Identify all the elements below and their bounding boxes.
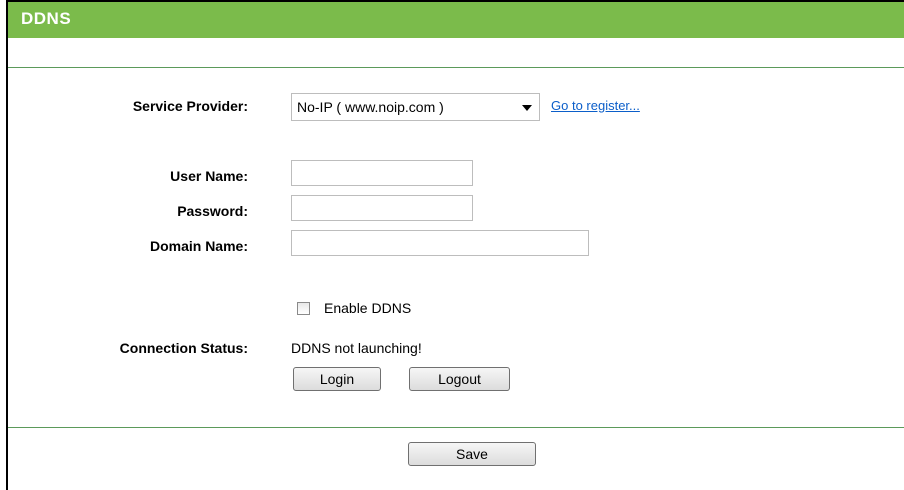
password-input[interactable] (291, 195, 473, 221)
top-divider (8, 67, 904, 68)
header-bar: DDNS (8, 2, 904, 38)
bottom-divider (8, 427, 904, 428)
username-label: User Name: (170, 168, 248, 184)
username-input[interactable] (291, 160, 473, 186)
service-provider-label: Service Provider: (132, 98, 248, 114)
login-button[interactable]: Login (293, 367, 381, 391)
domain-name-label: Domain Name: (149, 238, 248, 254)
save-button[interactable]: Save (408, 442, 536, 466)
connection-status-label: Connection Status: (119, 340, 248, 356)
dropdown-arrow-icon (522, 105, 532, 111)
domain-name-input[interactable] (291, 230, 589, 256)
service-provider-value: No-IP ( www.noip.com ) (297, 99, 444, 115)
register-link[interactable]: Go to register... (551, 98, 640, 113)
logout-button[interactable]: Logout (409, 367, 510, 391)
service-provider-select[interactable]: No-IP ( www.noip.com ) (291, 93, 540, 121)
page-title: DDNS (21, 9, 72, 28)
connection-status-value: DDNS not launching! (291, 340, 422, 356)
enable-ddns-checkbox[interactable] (297, 302, 310, 315)
password-label: Password: (177, 203, 248, 219)
enable-ddns-label: Enable DDNS (324, 300, 412, 316)
ddns-panel: DDNS Service Provider: No-IP ( www.noip.… (6, 0, 904, 490)
